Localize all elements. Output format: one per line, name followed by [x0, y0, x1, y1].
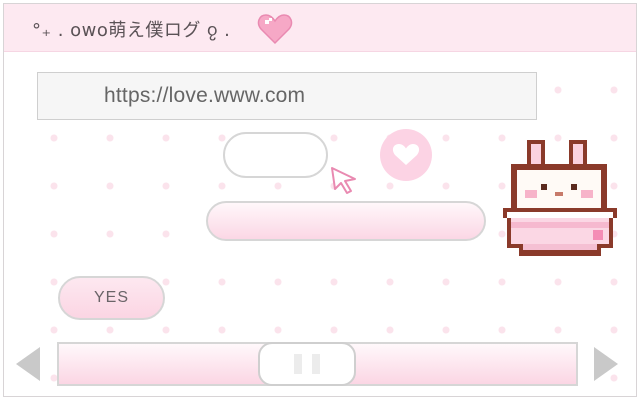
yes-button[interactable]: YES	[58, 276, 165, 320]
address-bar[interactable]: https://love.www.com	[37, 72, 537, 120]
heart-icon	[392, 144, 420, 165]
heart-icon	[257, 14, 293, 45]
cursor-arrow-icon	[331, 167, 356, 194]
blank-pill-button[interactable]	[223, 132, 328, 178]
grip-line	[294, 354, 302, 374]
progress-pill[interactable]	[206, 201, 486, 241]
scrollbar-thumb[interactable]	[258, 342, 356, 386]
url-text: https://love.www.com	[104, 84, 306, 107]
triangle-left-icon[interactable]	[14, 345, 42, 383]
title-bar: °₊ . owo萌え僕ログ ჹ .	[4, 4, 636, 52]
bunny-icon	[503, 140, 617, 256]
window-title: °₊ . owo萌え僕ログ ჹ .	[32, 20, 231, 41]
horizontal-scrollbar[interactable]	[57, 342, 578, 386]
triangle-right-icon[interactable]	[592, 345, 620, 383]
grip-line	[312, 354, 320, 374]
app-window: °₊ . owo萌え僕ログ ჹ . https://love.www.com Y…	[3, 3, 637, 397]
main-content: https://love.www.com YES	[4, 52, 636, 396]
like-button[interactable]	[380, 129, 432, 181]
